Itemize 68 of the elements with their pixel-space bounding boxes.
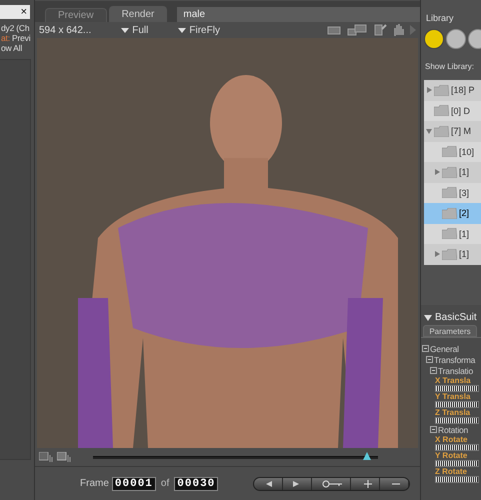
dropdown-menu[interactable]: Full (121, 24, 148, 36)
field-label: at: (1, 33, 10, 43)
slider-thumb[interactable] (362, 452, 371, 460)
library-item[interactable]: [18] P (424, 80, 481, 100)
parameter-group[interactable]: Translatio (438, 366, 474, 376)
parameter-label: Z Rotate (435, 467, 467, 476)
monitor-icon[interactable] (57, 452, 71, 462)
expand-arrow-icon[interactable] (426, 87, 432, 94)
category-button[interactable] (424, 29, 444, 49)
folder-icon (442, 228, 457, 240)
collapse-box-icon[interactable] (426, 356, 433, 363)
collapse-box-icon[interactable] (422, 345, 429, 352)
windows-icon[interactable] (347, 24, 367, 36)
menu-text: Previ (12, 33, 30, 43)
folder-icon (442, 146, 457, 158)
of-label: of (160, 478, 170, 489)
parameter-group[interactable]: Rotation (438, 424, 468, 434)
show-library-label: Show Library: (425, 62, 475, 73)
frame-field[interactable]: 00001 (112, 476, 156, 490)
library-item[interactable]: [0] D (424, 100, 481, 121)
library-item[interactable]: [1] (424, 162, 481, 182)
parameter-dial[interactable] (435, 460, 479, 467)
library-item[interactable]: [1] (424, 244, 481, 264)
parameter-group[interactable]: General (430, 344, 459, 354)
folder-icon (442, 248, 457, 260)
viewport-tab[interactable]: Render (108, 6, 168, 22)
panel-text: dy2 (Ch (0, 23, 30, 33)
dropdown-menu[interactable]: FireFly (178, 24, 220, 36)
expand-arrow-icon[interactable] (434, 169, 440, 176)
folder-icon (442, 187, 457, 198)
parameter-dial[interactable] (435, 385, 479, 392)
parameter-dial[interactable] (435, 401, 479, 408)
parameter-label: Y Transla (435, 392, 470, 401)
parameter-label: X Transla (435, 376, 471, 385)
expand-arrow-icon[interactable] (434, 251, 440, 258)
collapse-box-icon[interactable] (430, 426, 437, 433)
folder-icon (442, 208, 457, 219)
collapse-arrow-icon[interactable] (426, 128, 432, 134)
parameter-dial[interactable] (435, 476, 479, 483)
folder-icon (434, 126, 449, 137)
collapse-arrow-icon[interactable] (424, 314, 432, 320)
monitor-icon[interactable] (39, 452, 53, 462)
parameter-group[interactable]: Transforma (434, 354, 476, 364)
folder-icon (442, 166, 457, 178)
parameter-label: Z Transla (435, 408, 470, 417)
parameter-label: Y Rotate (435, 451, 468, 460)
parameter-dial[interactable] (435, 417, 479, 424)
panel-title: Library (425, 13, 455, 25)
library-item[interactable]: [10] (424, 142, 481, 162)
frame-label: Frame (80, 478, 109, 489)
parameters-tab[interactable]: Parameters (423, 325, 477, 337)
parameter-label: X Rotate (435, 435, 468, 444)
folder-icon (434, 84, 449, 96)
library-item[interactable]: [7] M (424, 121, 481, 142)
figure-header[interactable]: BasicSuit (424, 312, 481, 323)
library-item[interactable]: [1] (424, 224, 481, 244)
collapse-box-icon[interactable] (430, 367, 437, 374)
close-button[interactable]: × (20, 6, 27, 18)
category-button[interactable] (446, 29, 466, 49)
library-item[interactable]: [2] (424, 203, 481, 224)
panel-text: ow All (0, 43, 24, 53)
library-item[interactable]: [3] (424, 182, 481, 203)
parameter-dial[interactable] (435, 444, 479, 451)
render-size: 594 x 642... (39, 24, 92, 36)
folder-icon (434, 105, 449, 116)
figure-tool-icon[interactable] (373, 23, 387, 37)
total-frames-field[interactable]: 00030 (174, 476, 218, 490)
figure-name-field[interactable]: male (177, 7, 420, 22)
